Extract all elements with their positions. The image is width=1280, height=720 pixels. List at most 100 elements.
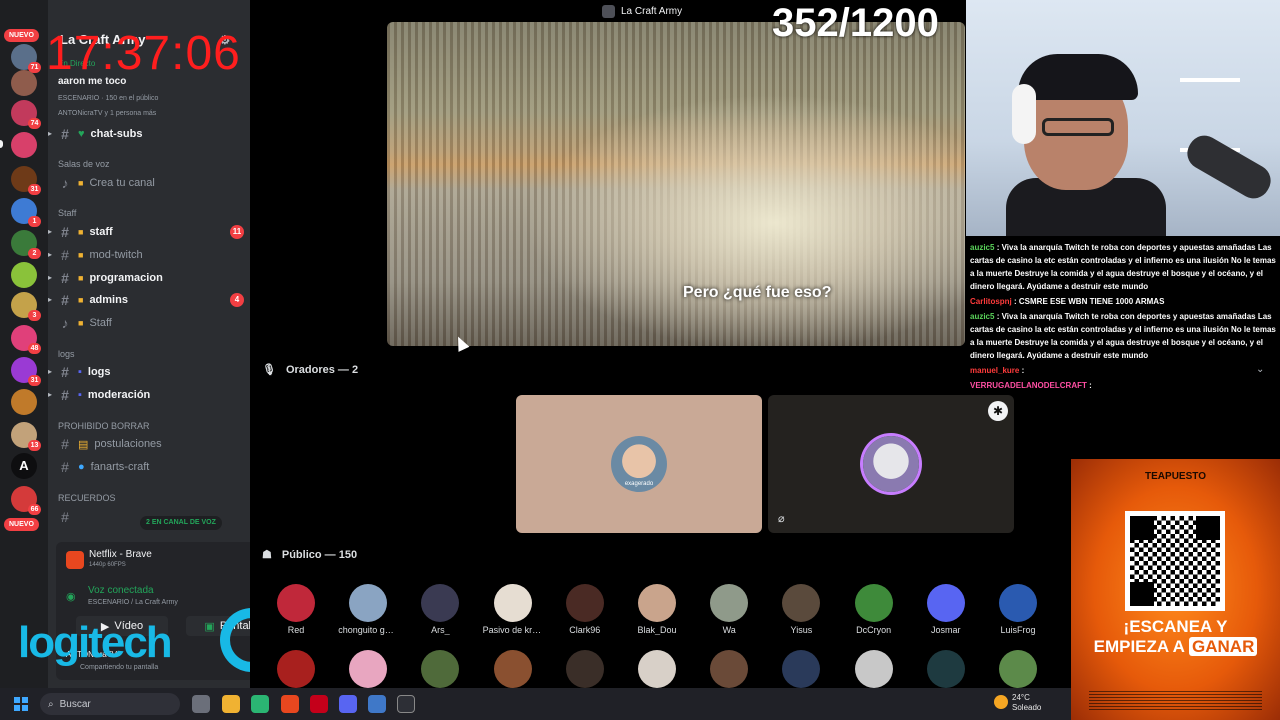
weather-widget[interactable]: 24°C Soleado <box>1012 693 1041 713</box>
file-explorer-icon[interactable] <box>222 695 240 713</box>
expand-arrow-icon[interactable]: ▸ <box>48 250 52 259</box>
avatar[interactable] <box>863 436 919 492</box>
brave-icon[interactable] <box>281 695 299 713</box>
screen-share-video[interactable] <box>387 22 965 346</box>
audience-member[interactable]: Red <box>266 584 326 635</box>
audience-member[interactable] <box>338 650 398 691</box>
settings-icon[interactable] <box>368 695 386 713</box>
audience-member[interactable] <box>771 650 831 691</box>
audience-member[interactable]: Wa <box>699 584 759 635</box>
channel-create[interactable]: ♪ ■ Crea tu canal <box>58 173 244 193</box>
avatar[interactable] <box>782 584 821 622</box>
channel-admins[interactable]: # ■ admins 4 <box>58 290 244 310</box>
channel-mod-twitch[interactable]: # ■ mod-twitch <box>58 245 244 265</box>
server-icon[interactable] <box>11 70 37 96</box>
audience-member[interactable] <box>410 650 470 691</box>
avatar[interactable] <box>926 584 965 622</box>
avatar[interactable] <box>999 584 1037 622</box>
avatar[interactable] <box>349 584 388 622</box>
server-icon[interactable]: 2 <box>11 230 41 259</box>
audience-member[interactable]: Blak_Dou <box>627 584 687 635</box>
server-icon[interactable]: 31 <box>11 357 41 386</box>
audience-member[interactable] <box>988 650 1048 691</box>
audience-member[interactable]: Yisus <box>771 584 831 635</box>
avatar[interactable] <box>782 650 821 688</box>
audience-member[interactable]: DcCryon <box>844 584 904 635</box>
avatar[interactable] <box>999 650 1037 688</box>
server-icon[interactable]: 13 <box>11 422 41 451</box>
audience-member[interactable] <box>699 650 759 691</box>
audience-member[interactable]: LuisFrog <box>988 584 1048 635</box>
audience-member[interactable]: Clark96 <box>555 584 615 635</box>
audience-member[interactable] <box>555 650 615 691</box>
avatar[interactable] <box>493 584 532 622</box>
server-icon[interactable] <box>11 132 37 158</box>
channel-logs[interactable]: # ▪ logs <box>58 362 244 382</box>
server-icon[interactable] <box>11 262 37 288</box>
category-recuerdos[interactable]: RECUERDOS <box>58 493 116 503</box>
audience-member[interactable] <box>916 650 976 691</box>
audience-member[interactable] <box>266 650 326 691</box>
discord-icon[interactable] <box>339 695 357 713</box>
audience-member[interactable]: chonguito gue... <box>338 584 398 635</box>
audience-member[interactable]: Ars_ <box>410 584 470 635</box>
voice-connected-label[interactable]: Voz conectada <box>88 585 154 596</box>
avatar[interactable] <box>926 650 965 688</box>
server-icon[interactable]: A <box>11 453 37 479</box>
obs-icon[interactable] <box>397 695 415 713</box>
store-icon[interactable] <box>251 695 269 713</box>
windows-start-icon[interactable] <box>14 697 28 711</box>
expand-arrow-icon[interactable]: ▸ <box>48 390 52 399</box>
channel-moderacion[interactable]: # ▪ moderación <box>58 385 244 405</box>
taskbar-search[interactable]: ⌕ Buscar <box>40 693 180 715</box>
channel-staff-voice[interactable]: ♪ ■ Staff <box>58 313 244 333</box>
avatar[interactable] <box>277 650 315 688</box>
audience-member[interactable] <box>483 650 543 691</box>
avatar[interactable] <box>565 650 604 688</box>
avatar[interactable] <box>854 650 893 688</box>
server-icon[interactable]: 71 <box>11 44 41 73</box>
category-logs[interactable]: logs <box>58 349 75 359</box>
expand-arrow-icon[interactable]: ▸ <box>48 367 52 376</box>
expand-arrow-icon[interactable]: ▸ <box>48 273 52 282</box>
server-icon[interactable] <box>11 389 37 415</box>
avatar[interactable] <box>710 650 749 688</box>
avatar[interactable] <box>421 584 460 622</box>
channel-postulaciones[interactable]: # ▤ postulaciones <box>58 434 244 454</box>
audience-member[interactable]: Pasivo de kro... <box>483 584 543 635</box>
channel-chat-subs[interactable]: # ♥ chat-subs <box>58 124 244 144</box>
chevron-down-icon[interactable]: ⌄ <box>1256 364 1264 375</box>
audience-member[interactable]: Josmar <box>916 584 976 635</box>
app-icon[interactable] <box>310 695 328 713</box>
avatar[interactable] <box>565 584 604 622</box>
server-icon[interactable]: 74 <box>11 100 41 129</box>
expand-arrow-icon[interactable]: ▸ <box>48 129 52 138</box>
task-view-icon[interactable] <box>192 695 210 713</box>
signal-icon[interactable]: ◉ <box>66 590 76 603</box>
avatar[interactable] <box>421 650 460 688</box>
channel-staff[interactable]: # ■ staff 11 <box>58 222 244 242</box>
category-staff[interactable]: Staff <box>58 208 76 218</box>
avatar[interactable] <box>349 650 388 688</box>
category-prohibido[interactable]: PROHIBIDO BORRAR <box>58 421 150 431</box>
avatar[interactable] <box>277 584 315 622</box>
expand-arrow-icon[interactable]: ▸ <box>48 295 52 304</box>
avatar[interactable] <box>493 650 532 688</box>
channel-programacion[interactable]: # ■ programacion <box>58 268 244 288</box>
avatar[interactable] <box>710 584 749 622</box>
avatar[interactable] <box>638 584 676 622</box>
voice-count-pill[interactable]: 2 EN CANAL DE VOZ <box>140 516 222 530</box>
speaker-card[interactable]: exagerado <box>516 395 762 533</box>
server-icon[interactable]: 66 <box>11 486 41 515</box>
server-icon[interactable]: 48 <box>11 325 41 354</box>
avatar[interactable] <box>854 584 893 622</box>
server-icon[interactable]: 3 <box>11 292 41 321</box>
channel-fanarts[interactable]: # ● fanarts-craft <box>58 457 244 477</box>
expand-arrow-icon[interactable]: ▸ <box>48 227 52 236</box>
category-voice[interactable]: Salas de voz <box>58 159 110 169</box>
server-icon[interactable]: 1 <box>11 198 41 227</box>
audience-member[interactable] <box>844 650 904 691</box>
audience-member[interactable] <box>627 650 687 691</box>
speaker-card[interactable]: ✱ ⌀ <box>768 395 1014 533</box>
server-icon[interactable]: 31 <box>11 166 41 195</box>
